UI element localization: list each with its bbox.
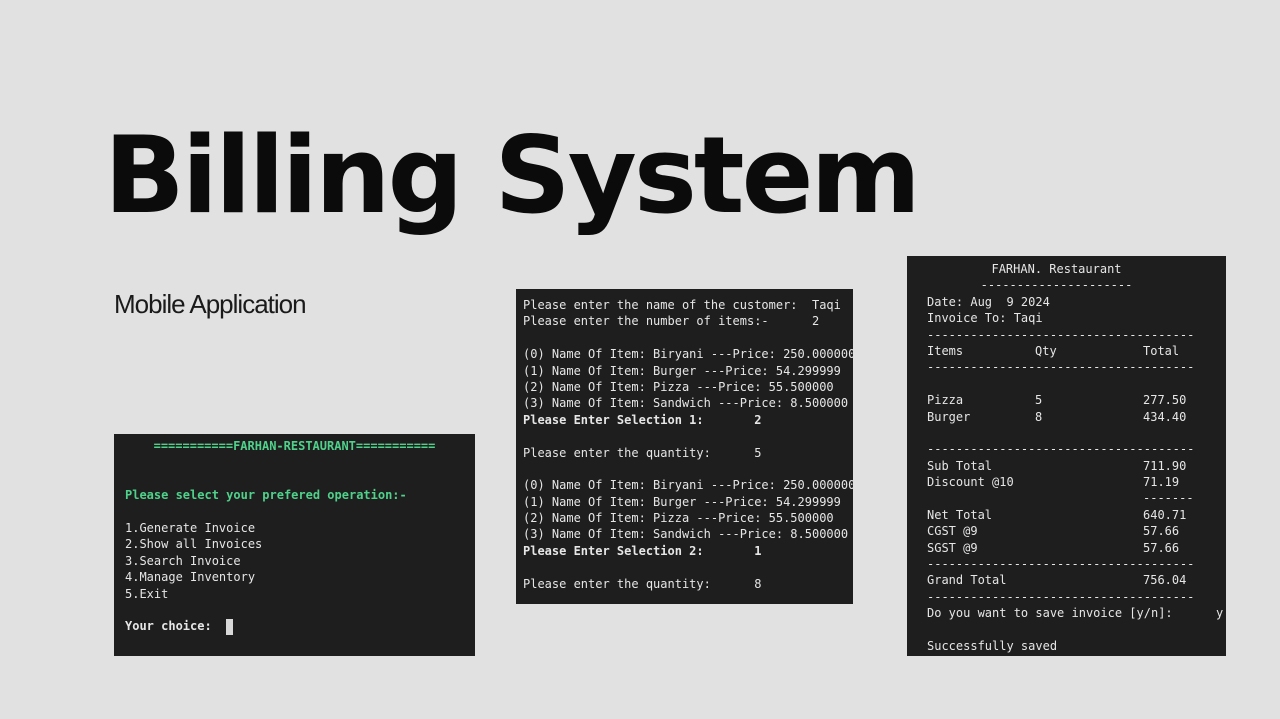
menu-option: 1.Generate Invoice [125, 520, 256, 535]
short-rule-row: ------- [927, 490, 1206, 506]
items-prompt: Please enter the number of items:- 2 [523, 314, 820, 329]
choice-line[interactable]: Your choice: [125, 618, 464, 635]
header-qty: Qty [1035, 343, 1057, 358]
line-item: Burger [927, 409, 971, 424]
separator: ------------------------------------- [927, 589, 1195, 604]
catalog-item: (3) Name Of Item: Sandwich ---Price: 8.5… [523, 396, 849, 411]
header-total: Total [1143, 343, 1180, 358]
catalog-item: (1) Name Of Item: Burger ---Price: 54.29… [523, 494, 841, 509]
line-total: 434.40 [1143, 409, 1187, 424]
separator: ------------------------------------- [927, 442, 1195, 457]
catalog-item: (0) Name Of Item: Biryani ---Price: 250.… [523, 478, 853, 493]
line-qty: 8 [1035, 409, 1043, 424]
text-cursor [225, 618, 233, 635]
header-items: Items [927, 343, 964, 358]
saved-message: Successfully saved [927, 638, 1058, 653]
menu-header: ===========FARHAN-RESTAURANT=========== [153, 439, 436, 453]
catalog-item: (3) Name Of Item: Sandwich ---Price: 8.5… [523, 527, 849, 542]
order-terminal-window: Please enter the name of the customer: T… [516, 289, 853, 604]
grand-total-label: Grand Total [927, 573, 1007, 588]
restaurant-name: FARHAN. Restaurant [991, 262, 1122, 276]
discount-row: Discount @10 71.19 [927, 474, 1206, 490]
slide-title: Billing System [104, 114, 921, 237]
invoice-header-row: Items Qty Total [927, 343, 1206, 359]
invoice-date: Date: Aug 9 2024 [927, 294, 1050, 309]
invoice-line: Pizza 5 277.50 [927, 392, 1206, 408]
customer-prompt: Please enter the name of the customer: T… [523, 298, 841, 312]
line-item: Pizza [927, 393, 964, 408]
cgst-label: CGST @9 [927, 524, 978, 539]
grand-total-row: Grand Total 756.04 [927, 572, 1206, 588]
discount-value: 71.19 [1143, 475, 1180, 490]
sub-total-value: 711.90 [1143, 458, 1187, 473]
separator: ------------------------------------- [927, 360, 1195, 375]
invoice-terminal-window: FARHAN. Restaurant ---------------------… [907, 256, 1226, 656]
slide-subtitle: Mobile Application [114, 289, 307, 319]
sgst-row: SGST @9 57.66 [927, 540, 1206, 556]
quantity-1: Please enter the quantity: 5 [523, 445, 762, 460]
catalog-item: (0) Name Of Item: Biryani ---Price: 250.… [523, 347, 853, 362]
separator: ------------------------------------- [927, 327, 1195, 342]
grand-total-value: 756.04 [1143, 573, 1187, 588]
choice-label: Your choice: [125, 619, 212, 634]
menu-option: 2.Show all Invoices [125, 537, 263, 552]
short-rule: ------- [1143, 491, 1194, 506]
selection-1: Please Enter Selection 1: 2 [523, 412, 762, 427]
sgst-value: 57.66 [1143, 540, 1180, 555]
selection-2: Please Enter Selection 2: 1 [523, 543, 762, 558]
net-total-value: 640.71 [1143, 507, 1187, 522]
separator: ------------------------------------- [927, 557, 1195, 572]
sgst-label: SGST @9 [927, 540, 978, 555]
catalog-item: (2) Name Of Item: Pizza ---Price: 55.500… [523, 511, 834, 526]
invoice-line: Burger 8 434.40 [927, 409, 1206, 425]
sub-total-label: Sub Total [927, 458, 993, 473]
invoice-to: Invoice To: Taqi [927, 311, 1043, 326]
menu-option: 5.Exit [125, 586, 169, 601]
sub-total-row: Sub Total 711.90 [927, 458, 1206, 474]
cgst-row: CGST @9 57.66 [927, 523, 1206, 539]
menu-option: 3.Search Invoice [125, 553, 241, 568]
discount-label: Discount @10 [927, 475, 1014, 490]
catalog-item: (1) Name Of Item: Burger ---Price: 54.29… [523, 363, 841, 378]
menu-prompt: Please select your prefered operation:- [125, 488, 407, 503]
save-prompt[interactable]: Do you want to save invoice [y/n]: y [927, 605, 1223, 621]
restaurant-underline: --------------------- [980, 278, 1133, 293]
line-total: 277.50 [1143, 393, 1187, 408]
menu-option: 4.Manage Inventory [125, 570, 256, 585]
cgst-value: 57.66 [1143, 524, 1180, 539]
catalog-item: (2) Name Of Item: Pizza ---Price: 55.500… [523, 379, 834, 394]
menu-terminal-window: ===========FARHAN-RESTAURANT=========== … [114, 434, 475, 656]
net-total-label: Net Total [927, 507, 993, 522]
quantity-2: Please enter the quantity: 8 [523, 576, 762, 591]
net-total-row: Net Total 640.71 [927, 507, 1206, 523]
line-qty: 5 [1035, 393, 1043, 408]
